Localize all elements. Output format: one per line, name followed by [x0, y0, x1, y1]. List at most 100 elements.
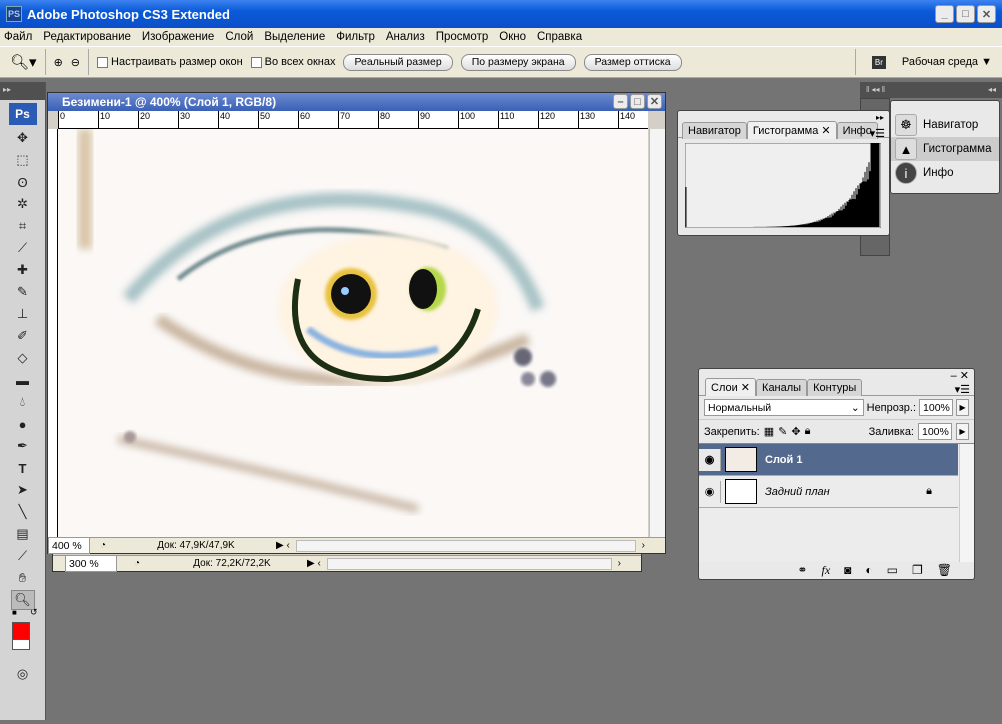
maximize-button[interactable]: □: [956, 5, 975, 23]
layer-mask-icon[interactable]: ◙: [844, 563, 851, 578]
panel-menu-icon[interactable]: ▾☰: [955, 383, 970, 396]
crop-tool-icon[interactable]: ⌗: [11, 216, 35, 236]
history-brush-icon[interactable]: ✐: [11, 326, 35, 346]
link-layers-icon[interactable]: ⚭: [797, 563, 807, 578]
dock-item-navigator[interactable]: ☸ Навигатор: [891, 113, 999, 137]
default-colors-icon[interactable]: ■: [12, 608, 17, 617]
scroll-right-arrow[interactable]: ›: [642, 540, 645, 551]
menu-file[interactable]: Файл: [4, 31, 32, 43]
document-title-bar[interactable]: Безимени-1 @ 400% (Слой 1, RGB/8) – □ ✕: [48, 93, 665, 111]
lock-position-icon[interactable]: ✥: [791, 425, 800, 438]
notes-tool-icon[interactable]: ▤: [11, 524, 35, 544]
ps-logo-icon[interactable]: Ps: [8, 103, 37, 125]
scroll-right-arrow[interactable]: ›: [618, 558, 621, 569]
gradient-tool-icon[interactable]: ▬: [11, 370, 35, 390]
type-tool-icon[interactable]: T: [11, 458, 35, 478]
dodge-tool-icon[interactable]: ●: [11, 414, 35, 434]
zoom-in-icon[interactable]: ⊕: [54, 56, 63, 69]
new-layer-icon[interactable]: ❐: [912, 563, 923, 578]
fill-slider-button[interactable]: ▶: [956, 423, 969, 440]
menu-view[interactable]: Просмотр: [436, 31, 489, 43]
vertical-ruler[interactable]: [48, 129, 58, 539]
zoom-field[interactable]: 300 %: [65, 555, 117, 572]
line-tool-icon[interactable]: ╲: [11, 502, 35, 522]
resize-windows-checkbox[interactable]: Настраивать размер окон: [97, 56, 243, 68]
menu-window[interactable]: Окно: [499, 31, 526, 43]
quick-mask-icon[interactable]: ◎: [11, 664, 35, 684]
menu-filter[interactable]: Фильтр: [336, 31, 375, 43]
menu-edit[interactable]: Редактирование: [43, 31, 131, 43]
brush-tool-icon[interactable]: ✎: [11, 282, 35, 302]
toolbox-header[interactable]: ▸▸: [0, 82, 45, 100]
menu-image[interactable]: Изображение: [142, 31, 214, 43]
marquee-tool-icon[interactable]: ⬚: [11, 150, 35, 170]
healing-brush-icon[interactable]: ✚: [11, 260, 35, 280]
status-icon[interactable]: ◔: [117, 558, 157, 569]
horizontal-scrollbar[interactable]: [295, 539, 636, 552]
dock-header[interactable]: ‖ ◂◂ ‖ ◂◂: [860, 82, 1002, 98]
eraser-tool-icon[interactable]: ◇: [11, 348, 35, 368]
close-button[interactable]: ✕: [977, 5, 996, 23]
pen-tool-icon[interactable]: ✒: [11, 436, 35, 456]
zoom-out-icon[interactable]: ⊖: [71, 56, 80, 69]
vertical-scrollbar[interactable]: [649, 129, 665, 539]
tab-navigator[interactable]: Навигатор: [682, 122, 747, 139]
menu-select[interactable]: Выделение: [264, 31, 325, 43]
doc-minimize-button[interactable]: –: [613, 94, 628, 109]
tab-paths[interactable]: Контуры: [807, 379, 863, 396]
minimize-button[interactable]: _: [935, 5, 954, 23]
adjustment-layer-icon[interactable]: ◐: [865, 563, 872, 578]
zoom-tool-preset-icon[interactable]: 🔍︎▾: [10, 53, 37, 71]
print-size-button[interactable]: Размер оттиска: [583, 53, 682, 71]
tab-channels[interactable]: Каналы: [756, 379, 808, 396]
layer-row-selected[interactable]: ◉ Слой 1: [699, 444, 958, 476]
workspace-menu[interactable]: Рабочая среда ▼: [902, 56, 992, 68]
zoom-field[interactable]: 400 %: [48, 537, 90, 554]
path-selection-icon[interactable]: ➤: [11, 480, 35, 500]
layer-row[interactable]: ◉ Задний план 🔒︎: [699, 476, 958, 508]
visibility-eye-icon[interactable]: ◉: [699, 480, 721, 503]
menu-analysis[interactable]: Анализ: [386, 31, 425, 43]
canvas[interactable]: [58, 129, 648, 539]
layer-style-icon[interactable]: fx: [821, 563, 830, 578]
menu-layer[interactable]: Слой: [225, 31, 253, 43]
all-windows-checkbox[interactable]: Во всех окнах: [250, 56, 335, 68]
panel-menu-icon[interactable]: ▾☰: [870, 127, 885, 140]
status-menu-arrow[interactable]: ▶ ‹: [276, 540, 290, 551]
tab-histogram[interactable]: Гистограмма ✕: [746, 121, 837, 139]
document-window[interactable]: Безимени-1 @ 400% (Слой 1, RGB/8) – □ ✕ 0 1…: [47, 92, 666, 554]
blur-tool-icon[interactable]: 💧︎: [11, 392, 35, 412]
move-tool-icon[interactable]: ✥: [11, 128, 35, 148]
lock-all-icon[interactable]: 🔒︎: [805, 425, 811, 438]
slice-tool-icon[interactable]: ⟋: [11, 238, 35, 258]
status-icon[interactable]: ◔: [90, 540, 116, 551]
horizontal-ruler[interactable]: 0 10 20 30 40 50 60 70 80 90 100 110 120 130 140: [58, 111, 648, 129]
fit-screen-button[interactable]: По размеру экрана: [460, 53, 576, 71]
magic-wand-icon[interactable]: ✲: [11, 194, 35, 214]
lock-pixels-icon[interactable]: ✎: [778, 425, 787, 438]
lock-transparency-icon[interactable]: ▦: [764, 425, 774, 438]
bridge-icon[interactable]: Br: [871, 55, 886, 69]
opacity-slider-button[interactable]: ▶: [956, 399, 969, 416]
opacity-field[interactable]: 100%: [919, 399, 954, 416]
eyedropper-tool-icon[interactable]: ⟋: [11, 546, 35, 566]
dock-item-histogram[interactable]: ▲ Гистограмма: [891, 137, 999, 161]
menu-help[interactable]: Справка: [537, 31, 582, 43]
foreground-color-swatch[interactable]: [12, 622, 30, 640]
swap-colors-icon[interactable]: ↺: [30, 607, 38, 618]
clone-stamp-icon[interactable]: ⊥: [11, 304, 35, 324]
doc-maximize-button[interactable]: □: [630, 94, 645, 109]
fill-field[interactable]: 100%: [918, 423, 952, 440]
tab-layers[interactable]: Слои ✕: [705, 378, 757, 396]
panel-collapse-icon[interactable]: ▸▸: [876, 113, 884, 122]
actual-pixels-button[interactable]: Реальный размер: [343, 53, 453, 71]
horizontal-scrollbar[interactable]: [326, 557, 612, 570]
doc-close-button[interactable]: ✕: [647, 94, 662, 109]
lasso-tool-icon[interactable]: ʘ: [11, 172, 35, 192]
new-group-icon[interactable]: ▭: [887, 563, 898, 578]
status-menu-arrow[interactable]: ▶ ‹: [307, 558, 321, 569]
layers-scrollbar[interactable]: [959, 444, 974, 562]
blend-mode-select[interactable]: Нормальный ⌄: [704, 399, 864, 416]
dock-item-info[interactable]: i Инфо: [891, 161, 999, 185]
visibility-eye-icon[interactable]: ◉: [699, 448, 721, 471]
